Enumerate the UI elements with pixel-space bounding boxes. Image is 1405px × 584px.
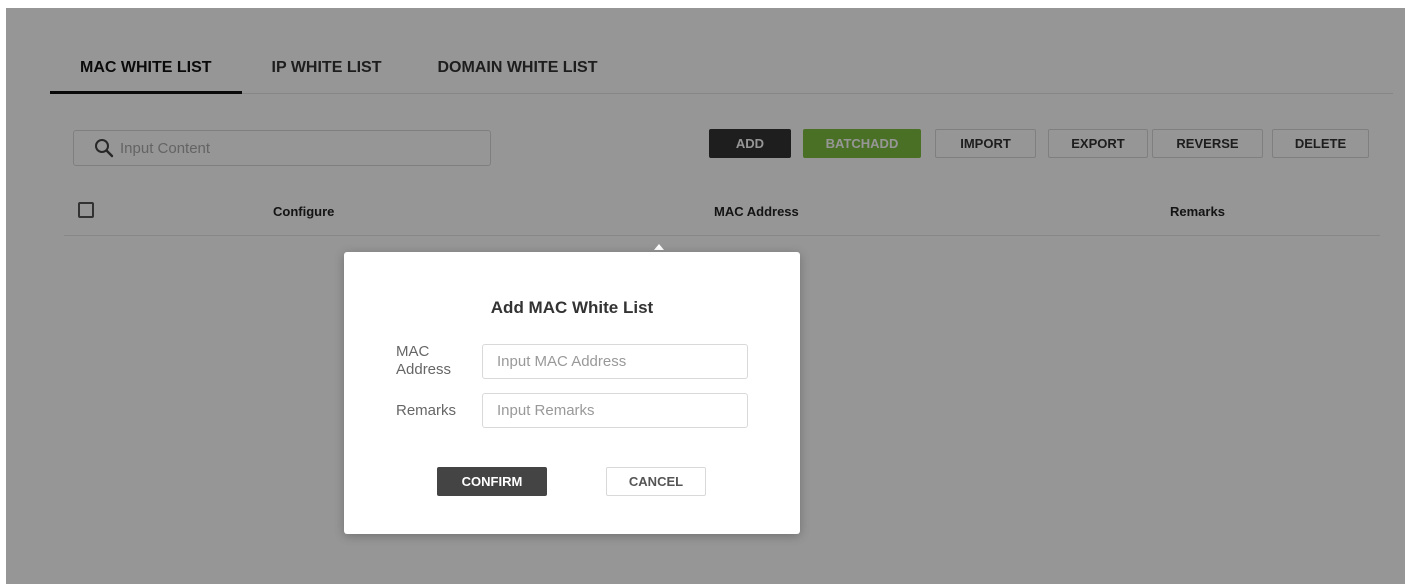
- dialog-title: Add MAC White List: [490, 298, 654, 317]
- tooltip-caret: [654, 244, 664, 250]
- left-edge: [0, 0, 6, 584]
- remarks-input[interactable]: [482, 393, 748, 428]
- top-edge: [0, 0, 1405, 8]
- mac-address-label: MAC Address: [396, 343, 466, 379]
- add-mac-dialog: Add MAC White List MAC Address Remarks C…: [344, 252, 800, 534]
- confirm-button[interactable]: CONFIRM: [437, 467, 547, 496]
- mac-address-input[interactable]: [482, 344, 748, 379]
- mac-address-label-text: MAC Address: [396, 343, 452, 378]
- cancel-button[interactable]: CANCEL: [606, 467, 706, 496]
- remarks-label: Remarks: [396, 402, 457, 419]
